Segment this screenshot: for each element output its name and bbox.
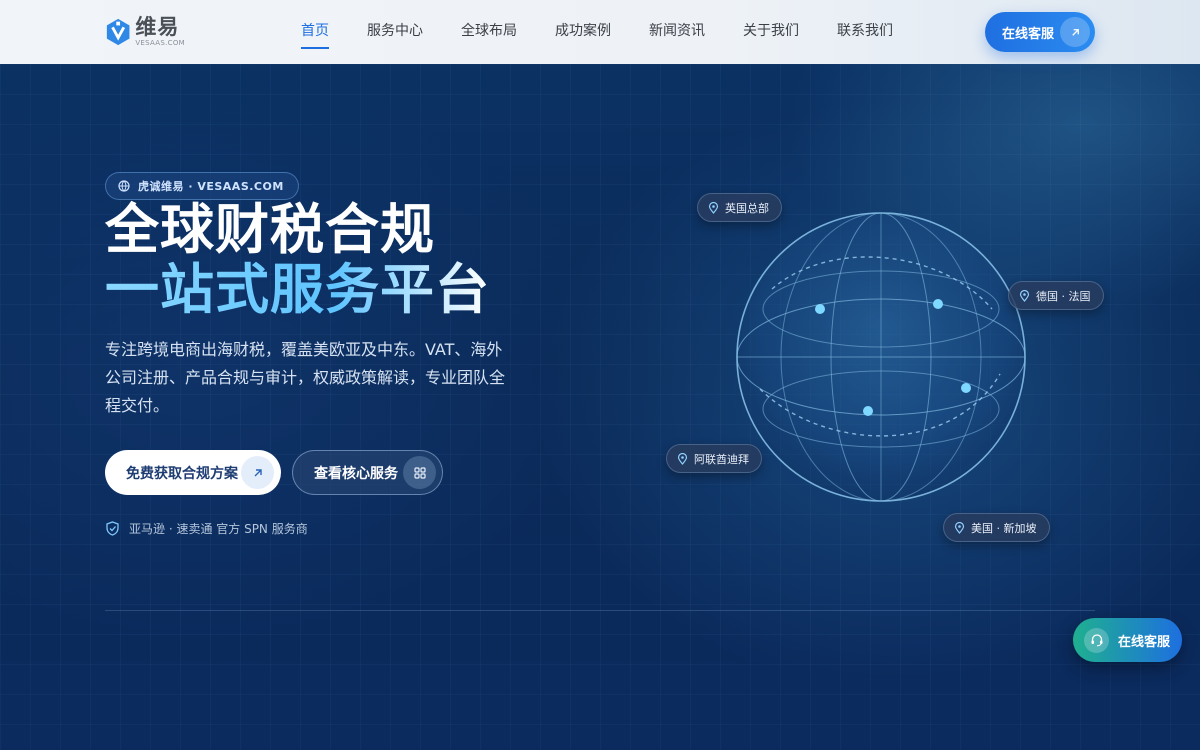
main-nav: 首页 服务中心 全球布局 成功案例 新闻资讯 关于我们 联系我们 bbox=[290, 0, 920, 64]
globe-illustration bbox=[736, 212, 1026, 502]
grid-icon bbox=[403, 456, 436, 489]
nav-item-services[interactable]: 服务中心 bbox=[356, 0, 434, 64]
floating-service-label: 在线客服 bbox=[1118, 634, 1171, 650]
hero-section: 虎诚维易 · VESAAS.COM 全球财税合规 一站式服务平台 专注跨境电商出… bbox=[0, 64, 1200, 750]
hero-description: 专注跨境电商出海财税，覆盖美欧亚及中东。VAT、海外公司注册、产品合规与审计，权… bbox=[105, 340, 506, 415]
get-compliance-plan-button[interactable]: 免费获取合规方案 bbox=[105, 450, 281, 495]
location-pin-icon bbox=[1019, 289, 1030, 302]
shield-check-icon bbox=[106, 521, 119, 536]
nav-item-about[interactable]: 关于我们 bbox=[732, 0, 810, 64]
hero-divider bbox=[105, 610, 1095, 611]
location-pin-icon bbox=[677, 452, 688, 465]
location-pin-icon bbox=[954, 521, 965, 534]
location-uk-hq[interactable]: 英国总部 bbox=[697, 193, 782, 222]
floating-service-button[interactable]: 在线客服 bbox=[1073, 618, 1182, 662]
location-germany-france[interactable]: 德国 · 法国 bbox=[1008, 281, 1104, 310]
top-navbar: 维易 VESAAS.COM 首页 服务中心 全球布局 成功案例 新闻资讯 关于我… bbox=[0, 0, 1200, 64]
trust-badge: 亚马逊 · 速卖通 官方 SPN 服务商 bbox=[105, 520, 308, 537]
online-service-label: 在线客服 bbox=[1002, 26, 1055, 42]
hero-tag: 虎诚维易 · VESAAS.COM bbox=[105, 172, 299, 200]
location-label: 阿联酋迪拜 bbox=[694, 452, 749, 466]
location-pin-icon bbox=[708, 201, 719, 214]
nav-item-news[interactable]: 新闻资讯 bbox=[638, 0, 716, 64]
nav-item-home[interactable]: 首页 bbox=[290, 0, 340, 64]
site-logo[interactable]: 维易 VESAAS.COM bbox=[105, 16, 185, 48]
location-uae-dubai[interactable]: 阿联酋迪拜 bbox=[666, 444, 762, 473]
location-label: 美国 · 新加坡 bbox=[971, 521, 1037, 535]
arrow-up-right-icon bbox=[1060, 17, 1090, 47]
location-label: 英国总部 bbox=[725, 201, 769, 215]
nav-item-cases[interactable]: 成功案例 bbox=[544, 0, 622, 64]
location-label: 德国 · 法国 bbox=[1036, 289, 1091, 303]
nav-item-contact[interactable]: 联系我们 bbox=[826, 0, 904, 64]
logo-domain: VESAAS.COM bbox=[135, 39, 185, 47]
view-core-services-button[interactable]: 查看核心服务 bbox=[292, 450, 443, 495]
hero-title-line1: 全球财税合规 bbox=[105, 198, 435, 261]
logo-name: 维易 bbox=[135, 15, 180, 39]
hexagon-v-logo-icon bbox=[106, 18, 130, 46]
view-core-services-label: 查看核心服务 bbox=[314, 465, 398, 482]
hero-title-line2: 一站式服务平台 bbox=[105, 258, 490, 321]
nav-item-global[interactable]: 全球布局 bbox=[450, 0, 528, 64]
hero-tag-label: 虎诚维易 · VESAAS.COM bbox=[138, 180, 284, 193]
get-compliance-plan-label: 免费获取合规方案 bbox=[126, 465, 238, 482]
location-us-singapore[interactable]: 美国 · 新加坡 bbox=[943, 513, 1050, 542]
headset-icon bbox=[1084, 627, 1109, 653]
trust-text: 亚马逊 · 速卖通 官方 SPN 服务商 bbox=[129, 522, 308, 536]
globe-icon bbox=[118, 180, 130, 192]
online-service-button[interactable]: 在线客服 bbox=[985, 12, 1095, 52]
arrow-up-right-icon bbox=[241, 456, 274, 489]
